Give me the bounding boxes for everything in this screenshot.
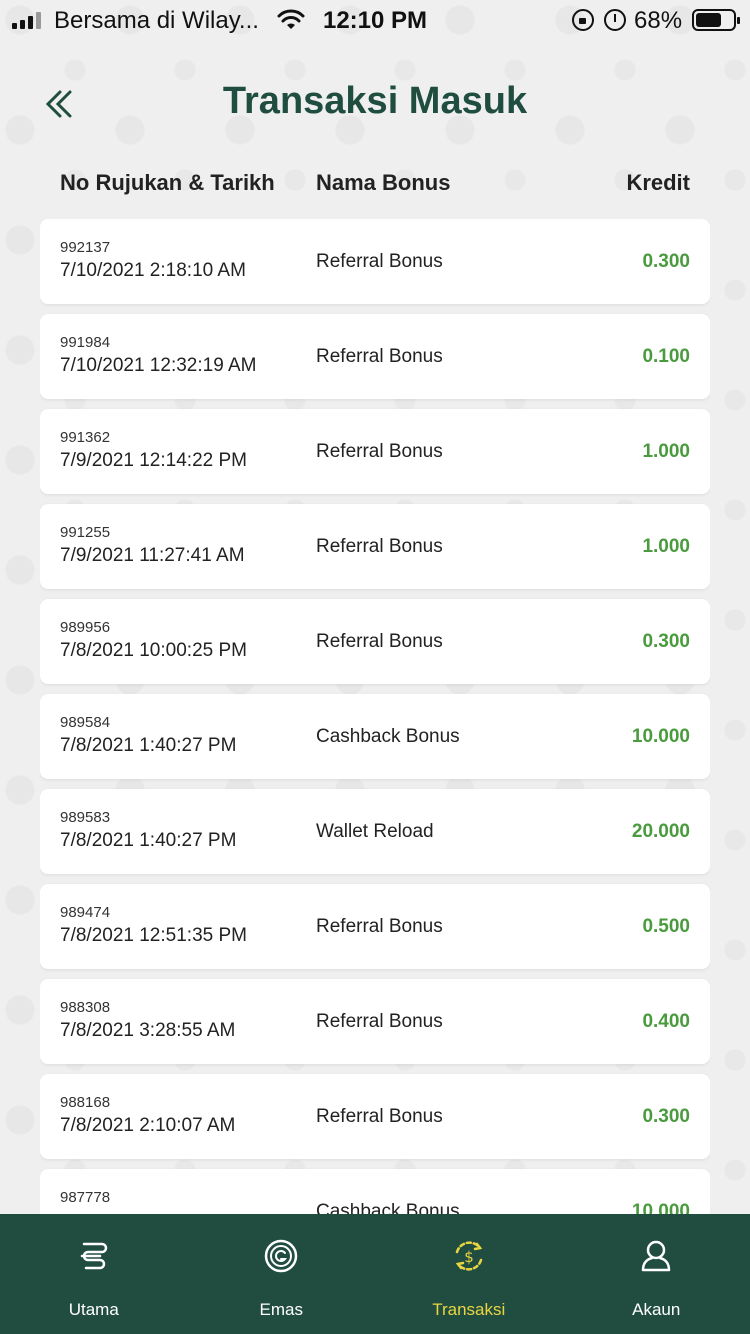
account-icon <box>642 1240 671 1272</box>
tab-akaun[interactable]: Akaun <box>563 1214 750 1334</box>
transaction-row[interactable]: 992137 7/10/2021 2:18:10 AM Referral Bon… <box>40 219 710 304</box>
transaction-date: 7/9/2021 11:27:41 AM <box>60 545 245 566</box>
transaction-row[interactable]: 991255 7/9/2021 11:27:41 AM Referral Bon… <box>40 504 710 589</box>
tab-label: Akaun <box>632 1300 681 1319</box>
transaction-list[interactable]: 992137 7/10/2021 2:18:10 AM Referral Bon… <box>40 219 710 1214</box>
reference-number: 989583 <box>60 809 111 826</box>
reference-number: 991255 <box>60 524 111 541</box>
column-header-ref-date: No Rujukan & Tarikh <box>60 170 275 195</box>
credit-amount: 0.100 <box>642 346 690 367</box>
bottom-tab-bar: Utama Emas $ Transaksi Akaun <box>0 1214 750 1334</box>
tab-label: Utama <box>68 1300 119 1319</box>
transaction-row[interactable]: 988168 7/8/2021 2:10:07 AM Referral Bonu… <box>40 1074 710 1159</box>
reference-number: 988308 <box>60 999 111 1016</box>
tab-label: Transaksi <box>432 1300 506 1319</box>
bonus-name: Cashback Bonus <box>316 726 460 747</box>
status-bar: Bersama di Wilay... 12:10 PM 68% <box>0 0 750 40</box>
transaction-date: 7/8/2021 12:51:35 PM <box>60 925 247 946</box>
reference-number: 991362 <box>60 429 111 446</box>
gold-coin-icon <box>265 1239 298 1273</box>
transaction-cycle-icon: $ <box>455 1241 482 1271</box>
transaction-date: 7/8/2021 10:00:25 PM <box>60 640 247 661</box>
credit-amount: 0.300 <box>642 1106 690 1127</box>
bonus-name: Referral Bonus <box>316 536 443 557</box>
tab-label: Emas <box>259 1300 303 1319</box>
credit-amount: 10.000 <box>631 1201 690 1214</box>
tab-utama[interactable]: Utama <box>0 1214 188 1334</box>
reference-number: 988168 <box>60 1094 111 1111</box>
transaction-date: 7/10/2021 2:18:10 AM <box>60 260 246 281</box>
home-icon <box>80 1242 107 1270</box>
transaction-row[interactable]: 989956 7/8/2021 10:00:25 PM Referral Bon… <box>40 599 710 684</box>
bonus-name: Referral Bonus <box>316 1011 443 1032</box>
header: Transaksi Masuk <box>0 70 750 140</box>
transaction-date: 7/10/2021 12:32:19 AM <box>60 355 257 376</box>
credit-amount: 1.000 <box>642 536 690 557</box>
tab-emas[interactable]: Emas <box>188 1214 376 1334</box>
bonus-name: Wallet Reload <box>316 821 434 842</box>
transaction-row[interactable]: 991984 7/10/2021 12:32:19 AM Referral Bo… <box>40 314 710 399</box>
transaction-row[interactable]: 989474 7/8/2021 12:51:35 PM Referral Bon… <box>40 884 710 969</box>
page-title: Transaksi Masuk <box>222 80 528 122</box>
transaction-date: 7/8/2021 3:28:55 AM <box>60 1020 236 1041</box>
battery-percentage: 68% <box>634 7 683 34</box>
transaction-date: 7/8/2021 1:40:27 PM <box>60 735 237 756</box>
credit-amount: 10.000 <box>631 726 690 747</box>
tab-transaksi[interactable]: $ Transaksi <box>375 1214 563 1334</box>
transaction-row[interactable]: 989584 7/8/2021 1:40:27 PM Cashback Bonu… <box>40 694 710 779</box>
bonus-name: Cashback Bonus <box>316 1201 460 1214</box>
transaction-row[interactable]: 991362 7/9/2021 12:14:22 PM Referral Bon… <box>40 409 710 494</box>
transaction-date: 7/9/2021 12:14:22 PM <box>60 450 247 471</box>
credit-amount: 0.300 <box>642 251 690 272</box>
alarm-icon <box>604 9 626 31</box>
bonus-name: Referral Bonus <box>316 441 443 462</box>
reference-number: 992137 <box>60 239 111 256</box>
svg-text:$: $ <box>464 1248 474 1266</box>
transaction-date: 7/8/2021 2:10:07 AM <box>60 1115 236 1136</box>
transaction-row[interactable]: 988308 7/8/2021 3:28:55 AM Referral Bonu… <box>40 979 710 1064</box>
column-header-bonus-name: Nama Bonus <box>316 170 451 195</box>
reference-number: 989956 <box>60 619 111 636</box>
bonus-name: Referral Bonus <box>316 346 443 367</box>
bonus-name: Referral Bonus <box>316 1106 443 1127</box>
credit-amount: 0.300 <box>642 631 690 652</box>
credit-amount: 1.000 <box>642 441 690 462</box>
transaction-row[interactable]: 987778 Cashback Bonus 10.000 <box>40 1169 710 1214</box>
column-header-credit: Kredit <box>626 170 690 195</box>
reference-number: 989584 <box>60 714 111 731</box>
column-headers: No Rujukan & Tarikh Nama Bonus Kredit <box>0 170 750 200</box>
bonus-name: Referral Bonus <box>316 631 443 652</box>
credit-amount: 20.000 <box>631 821 690 842</box>
credit-amount: 0.500 <box>642 916 690 937</box>
transaction-row[interactable]: 989583 7/8/2021 1:40:27 PM Wallet Reload… <box>40 789 710 874</box>
bonus-name: Referral Bonus <box>316 251 443 272</box>
reference-number: 987778 <box>60 1189 111 1206</box>
orientation-lock-icon <box>572 9 594 31</box>
bonus-name: Referral Bonus <box>316 916 443 937</box>
transaction-date: 7/8/2021 1:40:27 PM <box>60 830 237 851</box>
reference-number: 991984 <box>60 334 111 351</box>
battery-icon <box>692 9 740 31</box>
credit-amount: 0.400 <box>642 1011 690 1032</box>
reference-number: 989474 <box>60 904 111 921</box>
